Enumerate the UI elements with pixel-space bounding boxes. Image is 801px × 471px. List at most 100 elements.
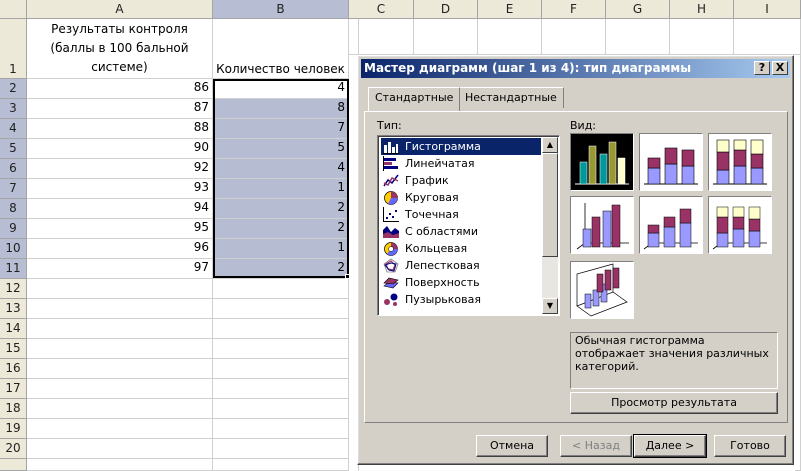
subtype-stacked-column[interactable] xyxy=(639,133,703,191)
preview-button[interactable]: Просмотр результата xyxy=(570,392,778,414)
row-header-14[interactable]: 14 xyxy=(0,319,27,339)
cell-b2[interactable]: 4 xyxy=(213,79,349,99)
column-header-c[interactable]: C xyxy=(349,0,414,19)
cell-b20[interactable] xyxy=(213,439,349,459)
cell-a8[interactable]: 94 xyxy=(27,199,213,219)
cell-b11[interactable]: 2 xyxy=(213,259,349,279)
back-button[interactable]: < Назад xyxy=(560,435,632,457)
subtype-clustered-column[interactable] xyxy=(570,133,634,191)
row-header-12[interactable]: 12 xyxy=(0,279,27,299)
cell-b10[interactable]: 1 xyxy=(213,239,349,259)
subtype-3d-column[interactable] xyxy=(570,261,634,319)
cell-a2[interactable]: 86 xyxy=(27,79,213,99)
column-header-g[interactable]: G xyxy=(606,0,670,19)
cell-b6[interactable]: 4 xyxy=(213,159,349,179)
cell-b3[interactable]: 8 xyxy=(213,99,349,119)
select-all-corner[interactable] xyxy=(0,0,27,19)
cell-a12[interactable] xyxy=(27,279,213,299)
cell-a15[interactable] xyxy=(27,339,213,359)
cell-a17[interactable] xyxy=(27,379,213,399)
cell-b4[interactable]: 7 xyxy=(213,119,349,139)
cell-a9[interactable]: 95 xyxy=(27,219,213,239)
row-header-11[interactable]: 11 xyxy=(0,259,27,279)
cell-a7[interactable]: 93 xyxy=(27,179,213,199)
row-header-8[interactable]: 8 xyxy=(0,199,27,219)
cell-g1[interactable] xyxy=(606,19,670,55)
cell-a18[interactable] xyxy=(27,399,213,419)
column-header-i[interactable]: I xyxy=(734,0,801,19)
cell-h1[interactable] xyxy=(670,19,734,55)
chart-type-item[interactable]: Гистограмма xyxy=(381,138,541,155)
cell-a14[interactable] xyxy=(27,319,213,339)
subtype-100-stacked-column[interactable] xyxy=(708,133,772,191)
chart-type-item[interactable]: Точечная xyxy=(381,206,541,223)
subtype-3d-stacked-column[interactable] xyxy=(639,196,703,254)
chart-type-list[interactable]: Гистограмма Линейчатая График Круговая Т… xyxy=(377,135,560,316)
column-header-f[interactable]: F xyxy=(542,0,606,19)
chart-type-item[interactable]: Пузырьковая xyxy=(381,291,541,308)
row-header-17[interactable]: 17 xyxy=(0,379,27,399)
row-header-7[interactable]: 7 xyxy=(0,179,27,199)
row-header-20[interactable]: 20 xyxy=(0,439,27,459)
cell-b16[interactable] xyxy=(213,359,349,379)
tab-standard[interactable]: Стандартные xyxy=(368,87,461,111)
scroll-down-button[interactable]: ▼ xyxy=(542,298,558,314)
cell-d1[interactable] xyxy=(414,19,478,55)
dialog-titlebar[interactable]: Мастер диаграмм (шаг 1 из 4): тип диагра… xyxy=(361,59,790,78)
row-header-1[interactable]: 1 xyxy=(0,19,27,79)
cell-a13[interactable] xyxy=(27,299,213,319)
row-header-4[interactable]: 4 xyxy=(0,119,27,139)
fill-handle[interactable] xyxy=(345,274,350,279)
cell-a4[interactable]: 88 xyxy=(27,119,213,139)
cell-b9[interactable]: 2 xyxy=(213,219,349,239)
type-list-scrollbar[interactable]: ▲ ▼ xyxy=(542,137,558,314)
chart-type-item[interactable]: Линейчатая xyxy=(381,155,541,172)
tab-custom[interactable]: Нестандартные xyxy=(458,87,564,108)
cell-e1[interactable] xyxy=(478,19,542,55)
cell-a3[interactable]: 87 xyxy=(27,99,213,119)
cell-a11[interactable]: 97 xyxy=(27,259,213,279)
row-header-9[interactable]: 9 xyxy=(0,219,27,239)
cell-a5[interactable]: 90 xyxy=(27,139,213,159)
cell-b15[interactable] xyxy=(213,339,349,359)
column-header-d[interactable]: D xyxy=(414,0,478,19)
finish-button[interactable]: Готово xyxy=(714,435,786,457)
cell-b21[interactable] xyxy=(213,459,349,471)
cell-b18[interactable] xyxy=(213,399,349,419)
close-button[interactable]: X xyxy=(772,61,788,75)
cell-a10[interactable]: 96 xyxy=(27,239,213,259)
row-header-21[interactable] xyxy=(0,459,27,471)
cell-a19[interactable] xyxy=(27,419,213,439)
row-header-10[interactable]: 10 xyxy=(0,239,27,259)
chart-type-item[interactable]: График xyxy=(381,172,541,189)
cell-b17[interactable] xyxy=(213,379,349,399)
chart-type-item[interactable]: Кольцевая xyxy=(381,240,541,257)
chart-type-item[interactable]: Поверхность xyxy=(381,274,541,291)
cell-i1[interactable] xyxy=(734,19,801,55)
cell-b14[interactable] xyxy=(213,319,349,339)
cell-a6[interactable]: 92 xyxy=(27,159,213,179)
help-button[interactable]: ? xyxy=(754,61,770,75)
chart-type-item[interactable]: Круговая xyxy=(381,189,541,206)
cancel-button[interactable]: Отмена xyxy=(476,435,548,457)
scroll-thumb[interactable] xyxy=(542,153,558,257)
cell-a1[interactable]: Результаты контроля (баллы в 100 бальной… xyxy=(27,19,213,79)
cell-a16[interactable] xyxy=(27,359,213,379)
cell-b13[interactable] xyxy=(213,299,349,319)
subtype-3d-clustered-column[interactable] xyxy=(570,196,634,254)
row-header-2[interactable]: 2 xyxy=(0,79,27,99)
cell-b12[interactable] xyxy=(213,279,349,299)
chart-type-item[interactable]: Лепестковая xyxy=(381,257,541,274)
column-i-strip[interactable] xyxy=(795,55,801,471)
scroll-up-button[interactable]: ▲ xyxy=(542,137,558,153)
row-header-18[interactable]: 18 xyxy=(0,399,27,419)
cell-f1[interactable] xyxy=(542,19,606,55)
chart-type-item[interactable]: С областями xyxy=(381,223,541,240)
row-header-19[interactable]: 19 xyxy=(0,419,27,439)
cell-b8[interactable]: 2 xyxy=(213,199,349,219)
row-header-13[interactable]: 13 xyxy=(0,299,27,319)
column-header-a[interactable]: A xyxy=(27,0,213,19)
row-header-6[interactable]: 6 xyxy=(0,159,27,179)
row-header-3[interactable]: 3 xyxy=(0,99,27,119)
row-header-5[interactable]: 5 xyxy=(0,139,27,159)
